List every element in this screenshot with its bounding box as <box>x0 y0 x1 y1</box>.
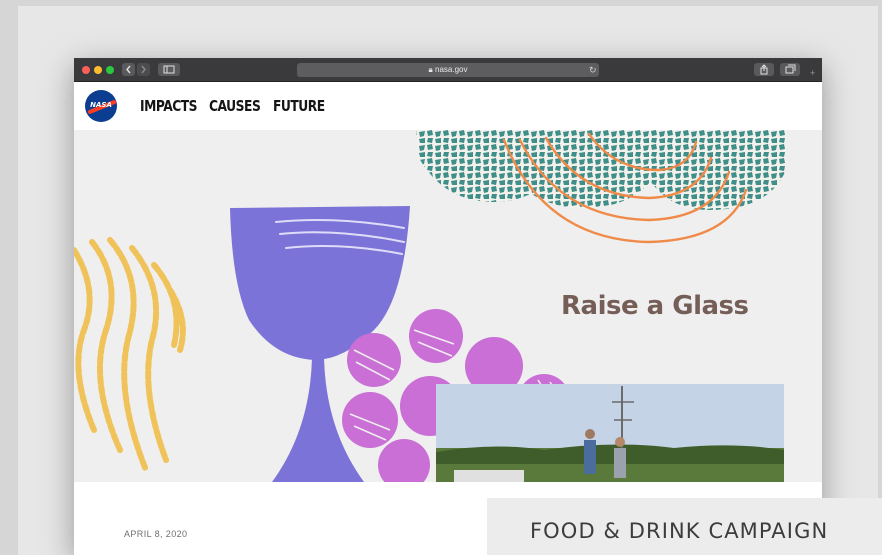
reload-icon[interactable]: ↻ <box>589 63 597 77</box>
sidebar-button[interactable] <box>158 63 180 76</box>
minimize-window-button[interactable] <box>94 66 102 74</box>
browser-window: 🔒︎ nasa.gov ↻ + NASA IMPACTS CAUSES FUTU… <box>74 58 822 555</box>
tabs-icon <box>785 64 796 74</box>
field-photo <box>436 384 784 482</box>
zoom-window-button[interactable] <box>106 66 114 74</box>
nav-item-future[interactable]: FUTURE <box>273 97 325 115</box>
nasa-logo[interactable]: NASA <box>85 90 117 122</box>
plus-icon[interactable]: + <box>810 66 815 80</box>
campaign-label: FOOD & DRINK CAMPAIGN <box>530 519 829 543</box>
url-text: nasa.gov <box>435 65 468 74</box>
address-bar[interactable]: 🔒︎ nasa.gov <box>297 63 599 77</box>
share-icon <box>760 64 768 75</box>
chevron-right-icon <box>141 65 146 74</box>
lock-icon: 🔒︎ <box>428 65 433 74</box>
forward-button[interactable] <box>137 63 150 76</box>
article-date: APRIL 8, 2020 <box>124 529 188 539</box>
browser-titlebar: 🔒︎ nasa.gov ↻ + <box>74 58 822 82</box>
site-header: NASA IMPACTS CAUSES FUTURE <box>74 82 822 130</box>
campaign-tag: FOOD & DRINK CAMPAIGN <box>487 498 882 555</box>
back-button[interactable] <box>122 63 135 76</box>
share-button[interactable] <box>754 63 774 76</box>
tabs-button[interactable] <box>780 63 800 76</box>
sidebar-icon <box>163 65 175 74</box>
logo-text: NASA <box>90 101 112 109</box>
mosaic-shape <box>416 130 786 210</box>
nav-item-causes[interactable]: CAUSES <box>209 97 261 115</box>
hero-banner: Raise a Glass <box>74 130 822 482</box>
nav-item-impacts[interactable]: IMPACTS <box>140 97 198 115</box>
chevron-left-icon <box>126 65 131 74</box>
hero-title: Raise a Glass <box>561 291 749 321</box>
close-window-button[interactable] <box>82 66 90 74</box>
wheat-strokes <box>74 237 186 473</box>
